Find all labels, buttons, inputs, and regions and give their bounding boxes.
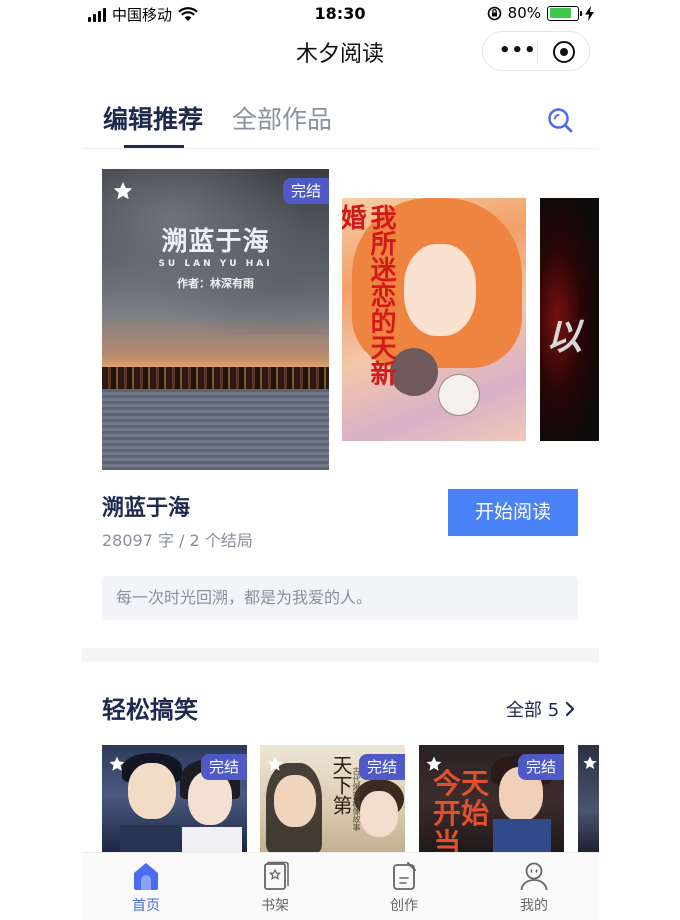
- book-card[interactable]: 今天开始当 完结: [419, 745, 564, 855]
- status-badge: 完结: [200, 754, 247, 780]
- profile-icon: [520, 862, 548, 891]
- star-icon: [109, 756, 125, 771]
- write-icon: [393, 862, 416, 890]
- status-badge: 完结: [282, 178, 329, 204]
- cover-title: 溯蓝于海: [161, 227, 270, 257]
- tab-editor-picks[interactable]: 编辑推荐: [103, 100, 203, 136]
- book-card[interactable]: 完结: [102, 745, 247, 855]
- bookshelf-icon: [264, 861, 289, 890]
- cover-art-figure: [390, 348, 438, 396]
- book-card[interactable]: 天下第 古代爆笑群像故事 完结: [260, 745, 405, 855]
- cover-title: 我所迷恋的天新婚: [342, 204, 396, 386]
- start-reading-button[interactable]: 开始阅读: [448, 489, 578, 536]
- cover-water: [102, 389, 329, 470]
- book-quote: 每一次时光回溯，都是为我爱的人。: [102, 576, 578, 620]
- cover-title: 以: [546, 317, 583, 358]
- cover-author: 作者：林深有雨: [177, 277, 254, 290]
- tab-all-works[interactable]: 全部作品: [232, 100, 332, 136]
- tab-bookshelf[interactable]: 书架: [245, 861, 305, 915]
- tab-profile[interactable]: 我的: [504, 861, 564, 915]
- charging-icon: [585, 5, 594, 21]
- battery-icon: [547, 5, 582, 21]
- star-icon: [267, 756, 283, 771]
- book-title[interactable]: 溯蓝于海: [102, 490, 190, 522]
- carousel-cover-2[interactable]: 我所迷恋的天新婚: [342, 198, 526, 441]
- star-icon: [113, 181, 133, 200]
- status-bar: 中国移动 18:30 80%: [0, 0, 680, 28]
- close-miniprogram-icon[interactable]: [553, 41, 575, 63]
- cover-title: 今天开始当: [433, 767, 490, 856]
- section-divider: [82, 648, 599, 662]
- battery-percent: 80%: [507, 4, 541, 22]
- tab-label: 创作: [390, 898, 418, 914]
- star-icon: [583, 756, 597, 769]
- tab-label: 首页: [132, 898, 160, 914]
- cover-city-skyline: [102, 367, 329, 389]
- book-meta: 28097 字 / 2 个结局: [102, 531, 253, 550]
- cover-art: [274, 775, 316, 827]
- search-icon[interactable]: [546, 106, 574, 134]
- cover-art: [128, 763, 176, 819]
- cover-art-figure-2: [438, 374, 480, 416]
- status-badge: 完结: [517, 754, 564, 780]
- cover-art: [182, 827, 242, 855]
- active-tab-indicator: [124, 145, 184, 148]
- capsule-divider: [537, 42, 538, 62]
- cover-art: [120, 825, 180, 855]
- chevron-right-icon: [566, 701, 575, 717]
- cover-art: [360, 791, 398, 837]
- view-all-label: 全部 5: [506, 700, 560, 721]
- miniprogram-capsule: •••: [482, 31, 590, 71]
- category-tabs: 编辑推荐 全部作品: [82, 96, 599, 149]
- carousel-cover-3[interactable]: 以: [540, 198, 599, 441]
- status-badge: 完结: [358, 754, 405, 780]
- home-icon: [134, 863, 158, 890]
- status-right: 80%: [487, 4, 594, 22]
- cover-pinyin: SU LAN YU HAI: [158, 259, 273, 269]
- section-title: 轻松搞笑: [102, 696, 198, 724]
- tab-home[interactable]: 首页: [116, 861, 176, 915]
- orientation-lock-icon: [487, 6, 501, 20]
- bottom-tab-bar: 首页 书架 创作 我的: [82, 852, 599, 920]
- book-card[interactable]: [578, 745, 599, 855]
- featured-book-cover[interactable]: 溯蓝于海 SU LAN YU HAI 作者：林深有雨 完结: [102, 169, 329, 470]
- tab-write[interactable]: 创作: [374, 861, 434, 915]
- cover-art-face: [404, 244, 476, 336]
- star-icon: [426, 756, 442, 771]
- tab-label: 我的: [520, 898, 548, 914]
- tab-label: 书架: [261, 898, 289, 914]
- section-view-all-link[interactable]: 全部 5: [506, 696, 575, 722]
- more-icon[interactable]: •••: [499, 42, 537, 60]
- title-bar: 木夕阅读 •••: [0, 28, 680, 74]
